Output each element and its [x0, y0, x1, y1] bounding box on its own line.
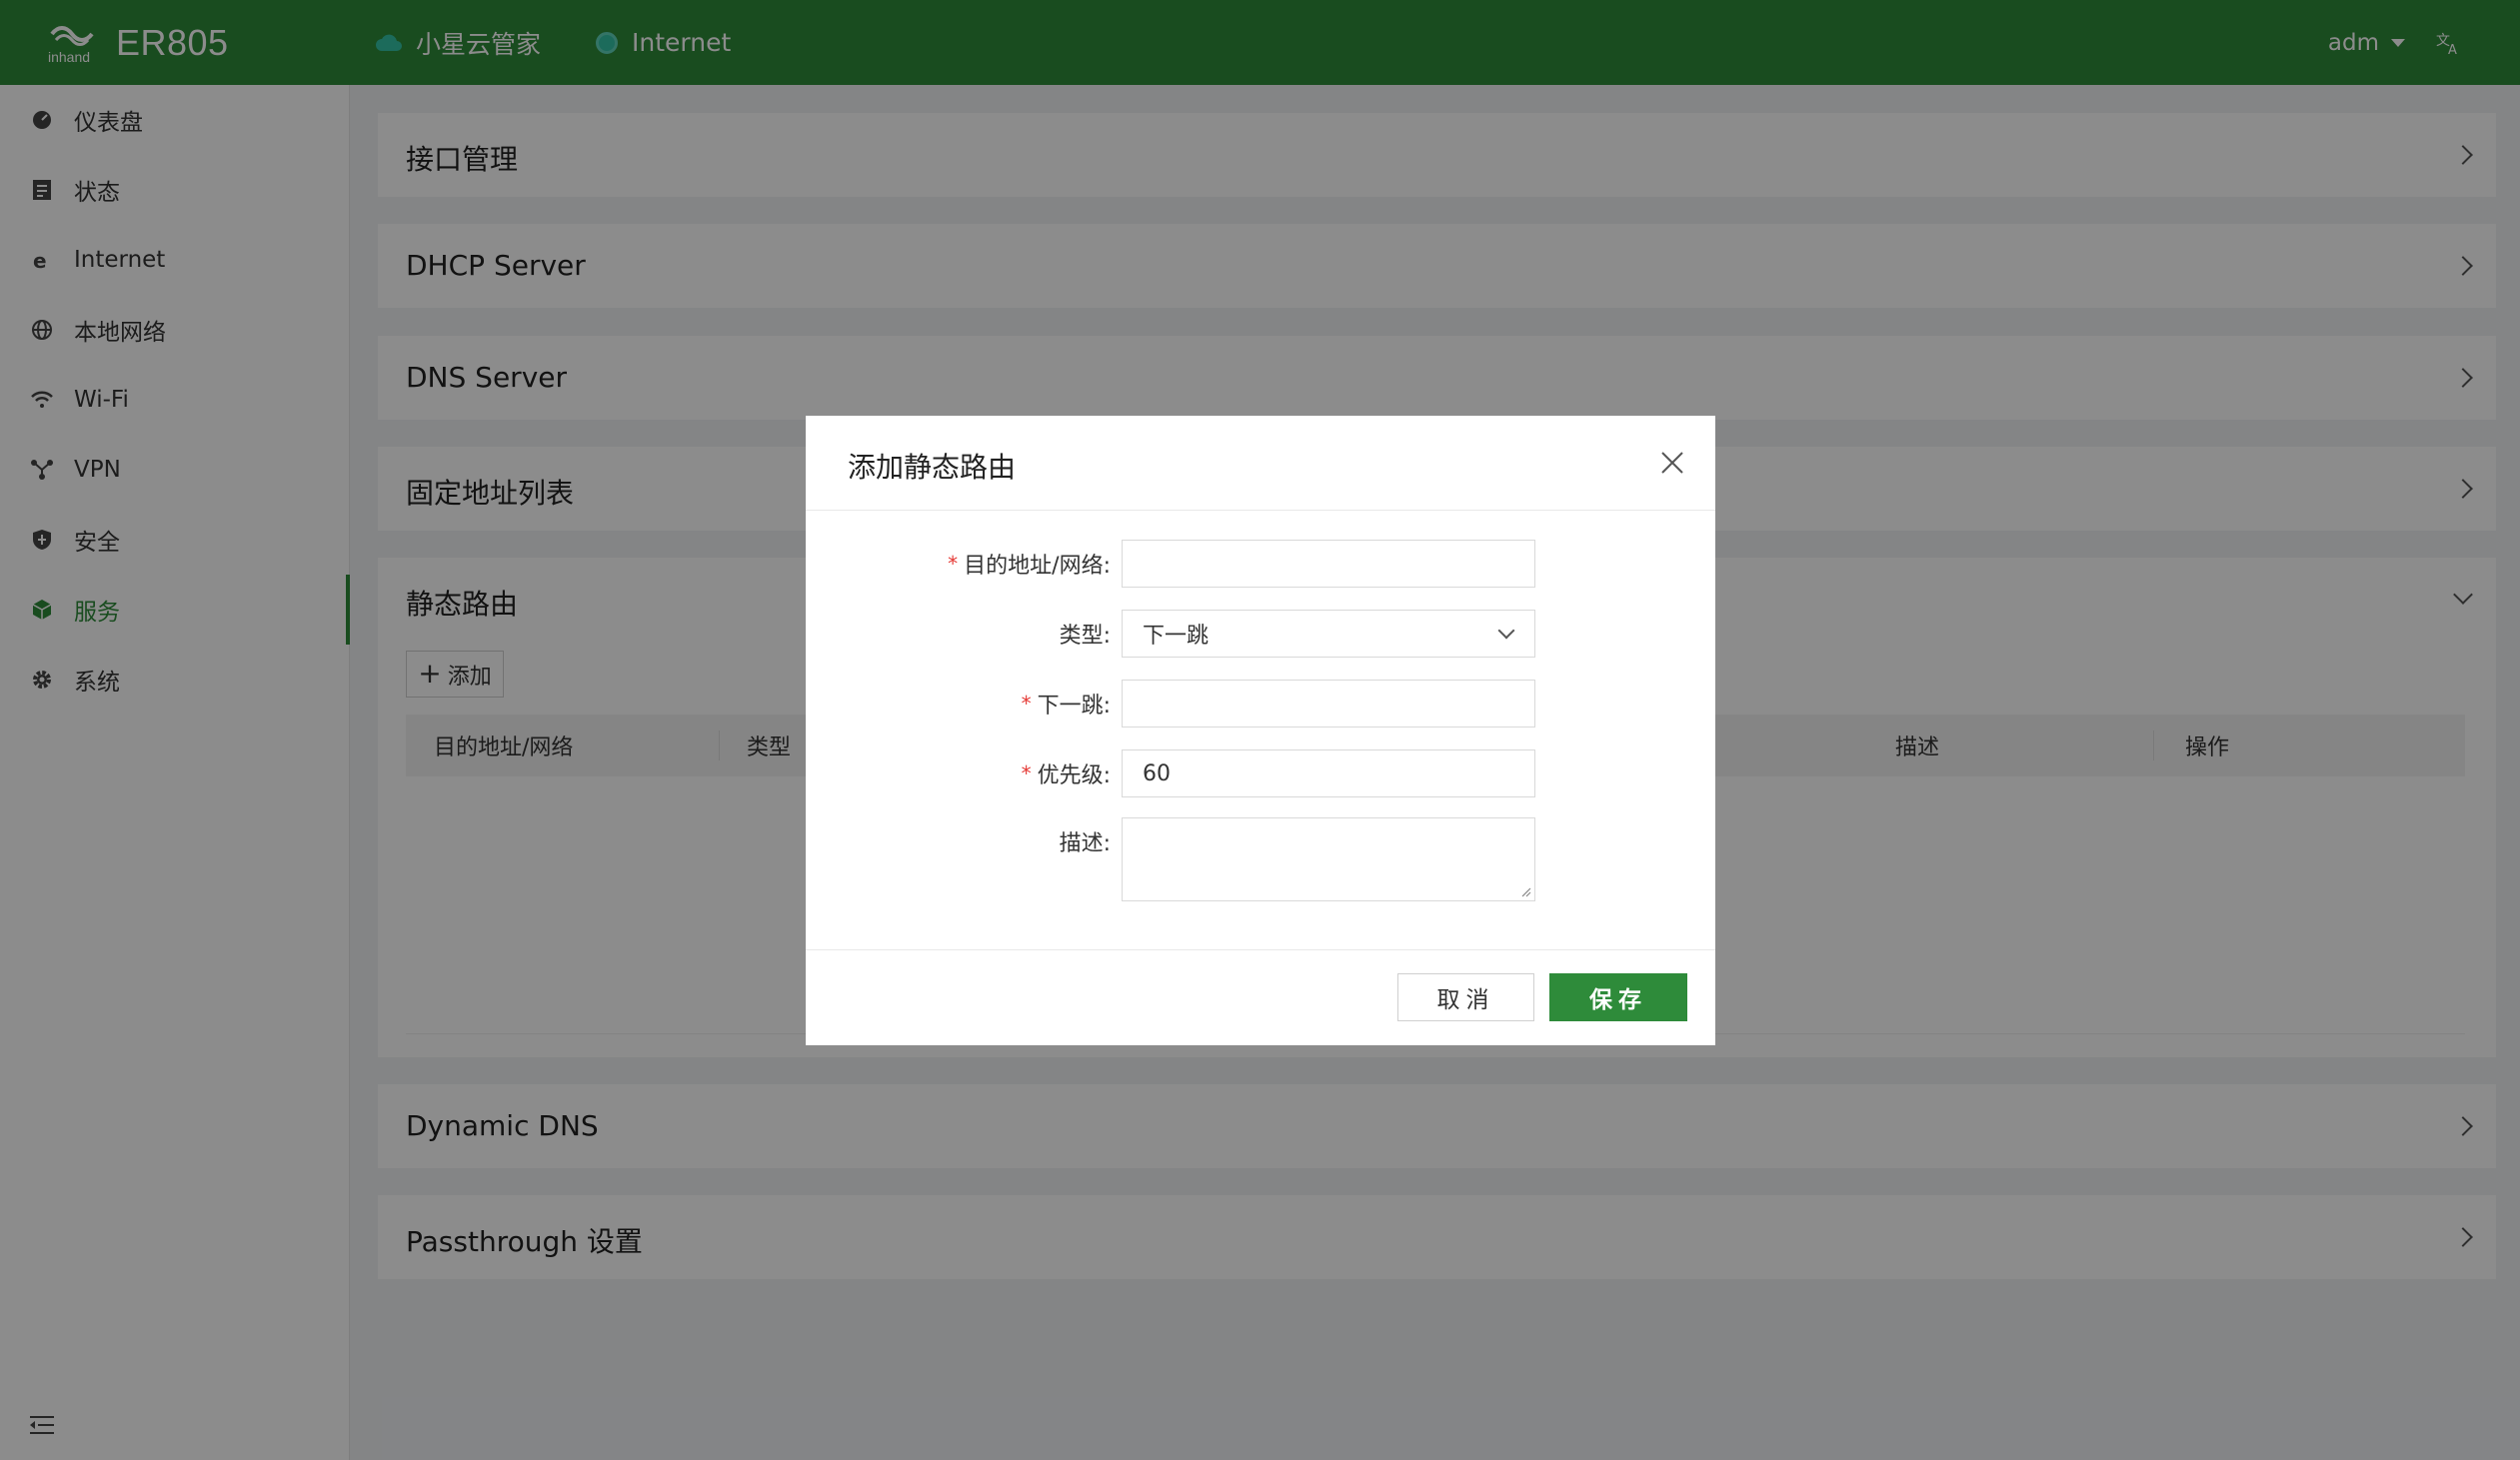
type-select[interactable]: 下一跳	[1122, 610, 1535, 658]
dialog-footer-divider	[806, 949, 1715, 950]
dialog-title: 添加静态路由	[848, 451, 1017, 484]
priority-label: * 优先级:	[1022, 749, 1111, 797]
dialog-header-divider	[806, 510, 1715, 511]
type-select-value: 下一跳	[1143, 624, 1210, 649]
required-mark-icon: *	[1021, 761, 1032, 785]
destination-input[interactable]	[1122, 540, 1535, 588]
priority-label-text: 优先级:	[1037, 763, 1111, 788]
priority-input[interactable]: 60	[1122, 749, 1535, 797]
resize-grip-icon[interactable]	[1519, 885, 1531, 897]
destination-label-text: 目的地址/网络:	[964, 554, 1111, 579]
cancel-button[interactable]: 取消	[1397, 973, 1534, 1021]
save-button[interactable]: 保存	[1549, 973, 1687, 1021]
destination-label: * 目的地址/网络:	[948, 540, 1111, 588]
required-mark-icon: *	[1021, 692, 1032, 716]
nexthop-label-text: 下一跳:	[1037, 694, 1111, 719]
nexthop-input[interactable]	[1122, 680, 1535, 728]
add-static-route-dialog: 添加静态路由 * 目的地址/网络: 类型: 下一跳 * 下一跳: * 优先级: 60 …	[806, 416, 1715, 1045]
close-icon[interactable]	[1659, 450, 1685, 476]
nexthop-label: * 下一跳:	[1022, 680, 1111, 728]
description-label: 描述:	[1059, 831, 1111, 856]
description-textarea[interactable]	[1122, 817, 1535, 901]
chevron-down-icon	[1497, 622, 1515, 640]
type-label: 类型:	[1059, 624, 1111, 649]
required-mark-icon: *	[948, 552, 959, 576]
